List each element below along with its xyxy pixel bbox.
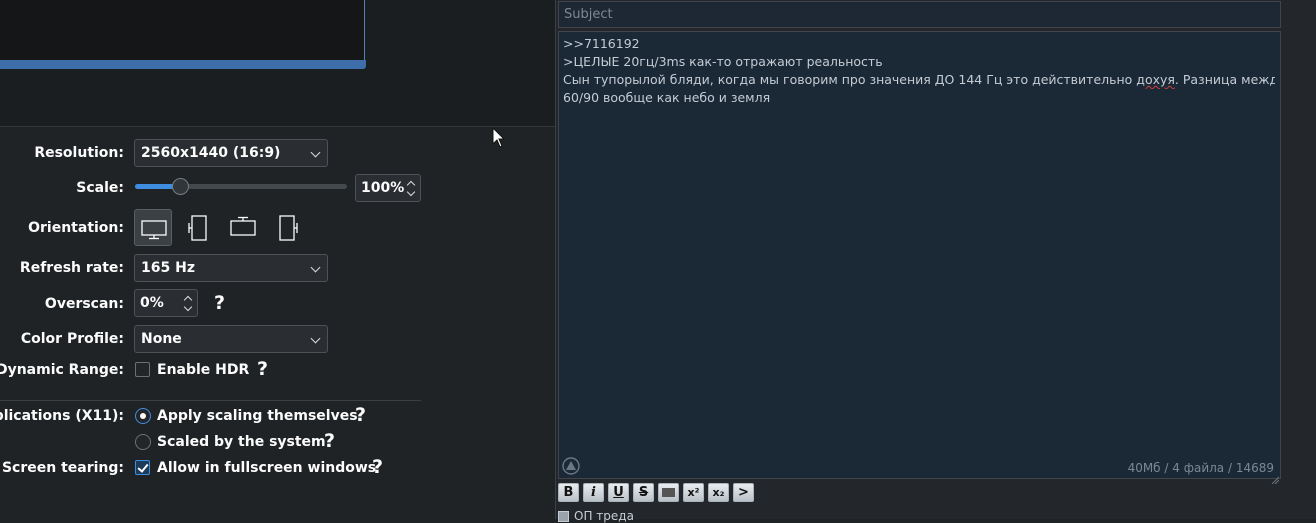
- underline-button[interactable]: U: [608, 483, 629, 502]
- scale-spinbox[interactable]: 100%: [355, 174, 421, 202]
- attach-file-icon[interactable]: [562, 457, 580, 479]
- scaled-by-system-help-icon[interactable]: ?: [324, 431, 335, 451]
- italic-button[interactable]: i: [583, 483, 604, 502]
- scaled-by-system-text[interactable]: Scaled by the system: [157, 433, 326, 451]
- orientation-landscape-button[interactable]: [134, 209, 172, 246]
- resize-grip-icon[interactable]: [1271, 469, 1280, 485]
- misspelled-word: дохуя: [1136, 72, 1175, 87]
- orientation-inverted-landscape-button[interactable]: [224, 209, 262, 246]
- display-settings-panel: Resolution: 2560x1440 (16:9) Scale: 100%…: [0, 0, 556, 519]
- apply-scaling-help-icon[interactable]: ?: [355, 405, 366, 425]
- overscan-help-icon[interactable]: ?: [214, 293, 225, 313]
- orientation-label: Orientation:: [28, 220, 124, 236]
- screen-thumbnail-selected-bar: [0, 60, 366, 69]
- screen-tearing-label: Screen tearing:: [1, 460, 124, 476]
- display-preview-area: [0, 0, 556, 127]
- scale-slider-track[interactable]: [135, 184, 347, 189]
- scaled-by-system-radio[interactable]: [135, 434, 151, 450]
- resolution-label: Resolution:: [34, 145, 124, 161]
- bold-button[interactable]: B: [558, 483, 579, 502]
- message-line: Сын тупорылой бляди, когда мы говорим пр…: [563, 71, 1275, 89]
- landscape-monitor-icon: [141, 220, 167, 240]
- chevron-down-icon: [310, 147, 321, 158]
- resolution-value: 2560x1440 (16:9): [141, 145, 281, 161]
- scale-label: Scale:: [76, 180, 124, 196]
- orientation-portrait-button[interactable]: [179, 209, 217, 246]
- message-textarea[interactable]: >>7116192 >ЦЕЛЫЕ 20гц/3ms как-то отражаю…: [558, 31, 1281, 485]
- subject-placeholder: Subject: [564, 7, 613, 22]
- enable-hdr-checkbox[interactable]: [135, 362, 150, 377]
- screen-tearing-help-icon[interactable]: ?: [372, 457, 383, 477]
- spin-down-icon[interactable]: [406, 187, 416, 197]
- hdr-label: n Dynamic Range:: [0, 362, 124, 378]
- superscript-button[interactable]: x²: [683, 483, 704, 502]
- refresh-rate-label: Refresh rate:: [19, 260, 124, 276]
- overscan-spinbox[interactable]: 0%: [134, 289, 198, 317]
- refresh-rate-value: 165 Hz: [141, 260, 195, 276]
- color-profile-value: None: [141, 331, 182, 347]
- subscript-button[interactable]: x₂: [708, 483, 729, 502]
- apply-scaling-themselves-text[interactable]: Apply scaling themselves: [157, 407, 358, 425]
- allow-tearing-checkbox[interactable]: [135, 460, 150, 475]
- message-line: >>7116192: [563, 36, 640, 51]
- message-line: >ЦЕЛЫЕ 20гц/3ms как-то отражают реальнос…: [563, 54, 883, 69]
- legacy-apps-label: pplications (X11):: [0, 408, 124, 424]
- file-limits-text: 40Мб / 4 файла / 14689: [1127, 461, 1274, 475]
- enable-hdr-text[interactable]: Enable HDR: [157, 361, 249, 379]
- reply-form: Subject >>7116192 >ЦЕЛЫЕ 20гц/3ms как-то…: [556, 0, 1316, 523]
- chevron-down-icon: [310, 262, 321, 273]
- message-text: >>7116192 >ЦЕЛЫЕ 20гц/3ms как-то отражаю…: [563, 35, 1275, 107]
- scale-value: 100%: [361, 180, 405, 196]
- spoiler-button[interactable]: [658, 483, 679, 502]
- color-profile-combobox[interactable]: None: [134, 325, 328, 353]
- allow-tearing-text[interactable]: Allow in fullscreen windows: [157, 459, 376, 477]
- hdr-help-icon[interactable]: ?: [257, 359, 268, 379]
- mouse-cursor-icon: [492, 126, 506, 153]
- inverted-landscape-monitor-icon: [230, 216, 256, 236]
- color-profile-label: Color Profile:: [20, 331, 124, 347]
- overscan-label: Overscan:: [44, 296, 124, 312]
- message-line-part: Сын тупорылой бляди, когда мы говорим пр…: [563, 72, 1137, 87]
- portrait-monitor-icon: [188, 215, 207, 241]
- spin-down-icon[interactable]: [183, 302, 193, 312]
- subject-input[interactable]: Subject: [558, 1, 1281, 28]
- op-checkbox[interactable]: [558, 511, 569, 522]
- op-checkbox-label[interactable]: ОП треда: [574, 509, 634, 523]
- apply-scaling-themselves-radio[interactable]: [135, 408, 151, 424]
- section-separator: [0, 400, 421, 401]
- resolution-combobox[interactable]: 2560x1440 (16:9): [134, 139, 328, 167]
- chevron-down-icon: [310, 333, 321, 344]
- overscan-value: 0%: [140, 295, 164, 311]
- refresh-rate-combobox[interactable]: 165 Hz: [134, 254, 328, 282]
- inverted-portrait-monitor-icon: [279, 215, 298, 241]
- quote-button[interactable]: >: [733, 483, 754, 502]
- orientation-inverted-portrait-button[interactable]: [269, 209, 307, 246]
- strike-button[interactable]: S: [633, 483, 654, 502]
- message-line-part: . Разница между: [1174, 72, 1275, 87]
- scale-slider-handle[interactable]: [172, 178, 189, 195]
- screen-thumbnail[interactable]: [0, 0, 365, 64]
- message-line: 60/90 вообще как небо и земля: [563, 90, 771, 105]
- spoiler-icon: [662, 488, 675, 497]
